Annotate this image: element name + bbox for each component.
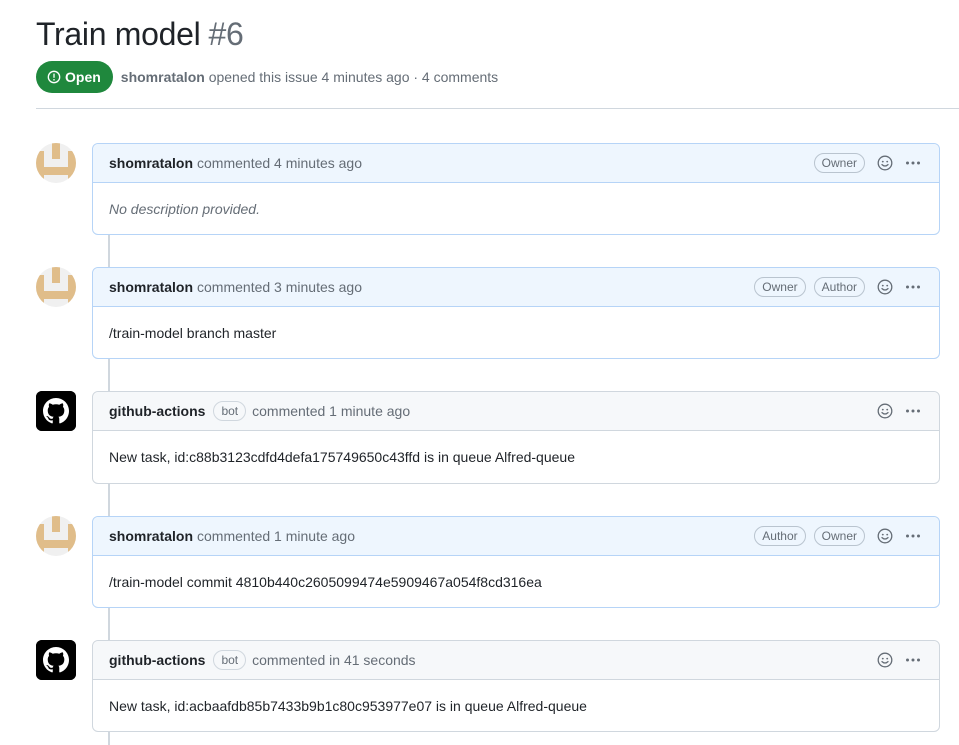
comment-menu-button[interactable] — [903, 401, 923, 421]
state-badge: Open — [36, 61, 113, 93]
header-divider — [36, 108, 959, 109]
kebab-horizontal-icon — [906, 658, 920, 662]
comment-actions: Author Owner — [746, 526, 923, 546]
issue-title-text: Train model — [36, 16, 201, 52]
author-label: Author — [813, 277, 865, 297]
bot-label: bot — [213, 650, 247, 670]
author-label: Author — [754, 526, 806, 546]
comment-actions: Owner — [806, 153, 923, 173]
timeline-line — [108, 608, 110, 640]
comment-body: New task, id:c88b3123cdfd4defa175749650c… — [109, 448, 575, 465]
timeline-line — [108, 359, 110, 391]
issue-author-link[interactable]: shomratalon — [121, 69, 205, 85]
smiley-icon — [877, 155, 893, 171]
user-avatar[interactable] — [36, 267, 76, 307]
comment-body: No description provided. — [109, 200, 260, 217]
comment-box: shomratalon commented 3 minutes ago Owne… — [92, 267, 940, 359]
comment-timestamp[interactable]: commented 4 minutes ago — [197, 155, 362, 171]
comment-author[interactable]: shomratalon — [109, 528, 193, 544]
comment-timestamp[interactable]: commented 1 minute ago — [197, 528, 355, 544]
comment-body: New task, id:acbaafdb85b7433b9b1c80c9539… — [109, 697, 587, 714]
kebab-horizontal-icon — [906, 161, 920, 165]
comment-actions — [865, 650, 923, 670]
smiley-icon — [877, 652, 893, 668]
comment-header: github-actions bot commented in 41 secon… — [93, 641, 939, 680]
comment-header: shomratalon commented 4 minutes ago Owne… — [93, 144, 939, 183]
comment-menu-button[interactable] — [903, 277, 923, 297]
owner-label: Owner — [813, 526, 865, 546]
kebab-horizontal-icon — [906, 285, 920, 289]
smiley-icon — [877, 403, 893, 419]
kebab-horizontal-icon — [906, 409, 920, 413]
comment-timestamp[interactable]: commented in 41 seconds — [252, 652, 415, 668]
timeline-line — [108, 235, 110, 267]
comment-author[interactable]: shomratalon — [109, 155, 193, 171]
issue-title: Train model #6 — [36, 14, 959, 54]
bot-avatar[interactable] — [36, 640, 76, 680]
issue-meta: Open shomratalon opened this issue 4 min… — [36, 61, 498, 93]
state-label: Open — [65, 69, 101, 85]
comment-author[interactable]: github-actions — [109, 403, 205, 419]
comment-box: github-actions bot commented 1 minute ag… — [92, 391, 940, 484]
user-avatar[interactable] — [36, 143, 76, 183]
identicon-avatar — [36, 143, 76, 183]
bot-label: bot — [213, 401, 247, 421]
comment-menu-button[interactable] — [903, 526, 923, 546]
reaction-button[interactable] — [875, 277, 895, 297]
comment-header: shomratalon commented 3 minutes ago Owne… — [93, 268, 939, 307]
reaction-button[interactable] — [875, 650, 895, 670]
user-avatar[interactable] — [36, 516, 76, 556]
owner-label: Owner — [813, 153, 865, 173]
comment-box: shomratalon commented 1 minute ago Autho… — [92, 516, 940, 608]
comment-menu-button[interactable] — [903, 650, 923, 670]
github-mark-icon — [36, 391, 76, 431]
issue-opened-icon — [47, 70, 61, 84]
comment-timestamp[interactable]: commented 1 minute ago — [252, 403, 410, 419]
github-mark-icon — [36, 640, 76, 680]
timeline-line — [108, 732, 110, 745]
issue-opened-text: opened this issue 4 minutes ago · 4 comm… — [208, 69, 499, 85]
timeline-line — [108, 484, 110, 516]
identicon-avatar — [36, 516, 76, 556]
comment-author[interactable]: github-actions — [109, 652, 205, 668]
comment-box: shomratalon commented 4 minutes ago Owne… — [92, 143, 940, 235]
comment-body: /train-model branch master — [109, 324, 277, 341]
bot-avatar[interactable] — [36, 391, 76, 431]
comment-header: shomratalon commented 1 minute ago Autho… — [93, 517, 939, 556]
comment-timestamp[interactable]: commented 3 minutes ago — [197, 279, 362, 295]
issue-number: #6 — [208, 16, 244, 52]
smiley-icon — [877, 528, 893, 544]
comment-actions — [865, 401, 923, 421]
reaction-button[interactable] — [875, 401, 895, 421]
owner-label: Owner — [754, 277, 806, 297]
comment-author[interactable]: shomratalon — [109, 279, 193, 295]
reaction-button[interactable] — [875, 153, 895, 173]
kebab-horizontal-icon — [906, 534, 920, 538]
identicon-avatar — [36, 267, 76, 307]
issue-header: Train model #6 Open shomratalon opened th… — [36, 14, 959, 93]
comment-box: github-actions bot commented in 41 secon… — [92, 640, 940, 732]
comment-menu-button[interactable] — [903, 153, 923, 173]
comment-header: github-actions bot commented 1 minute ag… — [93, 392, 939, 431]
issue-meta-text: shomratalon opened this issue 4 minutes … — [121, 69, 498, 85]
comment-body: /train-model commit 4810b440c2605099474e… — [109, 573, 542, 590]
comment-actions: Owner Author — [746, 277, 923, 297]
reaction-button[interactable] — [875, 526, 895, 546]
smiley-icon — [877, 279, 893, 295]
